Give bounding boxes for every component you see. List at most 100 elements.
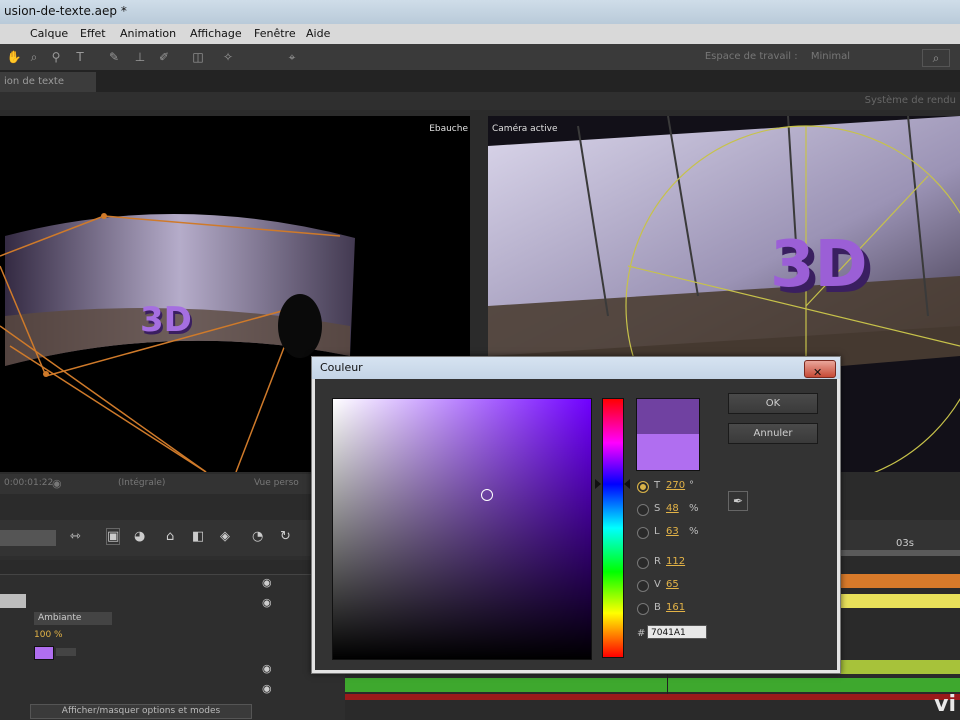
color-cursor[interactable]	[481, 489, 493, 501]
workspace-value: Minimal	[810, 51, 850, 62]
layer-header-row	[0, 560, 345, 575]
menu-animation[interactable]: Animation	[120, 27, 176, 40]
roto-tool-icon[interactable]: ✧	[220, 49, 236, 65]
hue-slider[interactable]	[602, 398, 624, 658]
track-bar-lime[interactable]	[840, 660, 960, 674]
lightness-row[interactable]: L 63 %	[637, 525, 717, 541]
color-picker-dialog: Couleur ✕ OK Annuler ✒ T 270 ° S 48 % L …	[311, 356, 841, 674]
menu-calque[interactable]: Calque	[30, 27, 68, 40]
cancel-button[interactable]: Annuler	[728, 423, 818, 444]
stamp-tool-icon[interactable]: ⊥	[132, 49, 148, 65]
eyedropper-icon[interactable]: ✒	[728, 491, 748, 511]
dialog-titlebar[interactable]: Couleur ✕	[312, 357, 840, 379]
search-help-icon[interactable]: ⌕	[922, 49, 950, 67]
zoom-tool-icon[interactable]: ⌕	[26, 49, 42, 65]
window-titlebar: usion-de-texte.aep *	[0, 0, 960, 24]
menu-affichage[interactable]: Affichage	[190, 27, 242, 40]
eye-visibility-icon-2[interactable]: ◉	[262, 596, 272, 609]
saturation-row[interactable]: S 48 %	[637, 502, 717, 518]
menu-aide[interactable]: Aide	[306, 27, 330, 40]
hue-arrow-right-icon[interactable]	[624, 479, 630, 489]
left-3d-text: 3D	[140, 300, 192, 340]
light-type-select[interactable]: Ambiante	[34, 612, 112, 625]
comp-mini-flow-icon[interactable]: ⇿	[70, 529, 81, 544]
hide-shy-icon[interactable]: ◕	[134, 529, 145, 544]
brush-tool-icon[interactable]: ✐	[156, 49, 172, 65]
pin-tool-icon[interactable]: ⚲	[48, 49, 64, 65]
red-row[interactable]: R 112	[637, 555, 717, 571]
light-color-swatch[interactable]	[34, 646, 54, 660]
saturation-value[interactable]: 48	[666, 503, 679, 514]
green-row[interactable]: V 65	[637, 578, 717, 594]
lightness-radio[interactable]	[637, 527, 649, 539]
composition-tabs: ion de texte	[0, 70, 960, 92]
hex-input[interactable]: 7041A1	[647, 625, 707, 639]
green-value[interactable]: 65	[666, 579, 679, 590]
draft-3d-icon[interactable]: ▣	[106, 528, 121, 545]
close-button[interactable]: ✕	[804, 360, 836, 379]
blue-row[interactable]: B 161	[637, 601, 717, 617]
tools-panel: ✋ ⌕ ⚲ T ✎ ⊥ ✐ ◫ ✧ ⌖ Espace de travail : …	[0, 44, 960, 71]
track-bar-yellow[interactable]	[840, 594, 960, 608]
timeline-search-field[interactable]	[0, 530, 56, 546]
view-select[interactable]: Vue perso	[254, 478, 299, 488]
red-value[interactable]: 112	[666, 556, 685, 567]
layer-label-color[interactable]	[0, 594, 26, 608]
toggle-switches-modes-button[interactable]: Afficher/masquer options et modes	[30, 704, 252, 719]
dialog-title: Couleur	[320, 361, 363, 374]
timeline-layers-panel: Ambiante 100 % ◉ ◉ ◉ ◉ Afficher/masquer …	[0, 556, 345, 720]
green-radio[interactable]	[637, 580, 649, 592]
menu-fenetre[interactable]: Fenêtre	[254, 27, 296, 40]
intensity-value[interactable]: 100 %	[34, 630, 63, 640]
saturation-lightness-field[interactable]	[332, 398, 592, 660]
workspace-selector[interactable]: Espace de travail : Minimal	[705, 51, 850, 62]
auto-keyframe-icon[interactable]: ↻	[280, 529, 291, 544]
red-radio[interactable]	[637, 557, 649, 569]
hue-value[interactable]: 270	[666, 480, 685, 491]
lightness-value[interactable]: 63	[666, 526, 679, 537]
render-system-label: Système de rendu	[864, 95, 956, 106]
puppet-tool-icon[interactable]: ⌖	[284, 49, 300, 65]
hue-arrow-left-icon[interactable]	[595, 479, 601, 489]
green-label: V	[654, 579, 661, 590]
saturation-unit: %	[689, 503, 699, 514]
dialog-body: OK Annuler ✒ T 270 ° S 48 % L 63 % R 112	[315, 379, 837, 670]
hue-row[interactable]: T 270 °	[637, 479, 717, 495]
tab-composition[interactable]: ion de texte	[0, 72, 96, 92]
red-label: R	[654, 556, 661, 567]
eye-visibility-icon-4[interactable]: ◉	[262, 682, 272, 695]
brainstorm-icon[interactable]: ◈	[220, 529, 230, 544]
light-color-eyedropper[interactable]	[56, 648, 76, 656]
blue-value[interactable]: 161	[666, 602, 685, 613]
hand-tool-icon[interactable]: ✋	[6, 49, 22, 65]
eraser-tool-icon[interactable]: ◫	[190, 49, 206, 65]
work-area-bar[interactable]	[345, 694, 960, 700]
resolution-select[interactable]: (Intégrale)	[118, 478, 165, 488]
text-tool-icon[interactable]: T	[72, 49, 88, 65]
blue-radio[interactable]	[637, 603, 649, 615]
current-time[interactable]: 0:00:01:22	[4, 478, 53, 488]
viewer-subbar: Système de rendu	[0, 92, 960, 110]
menu-effet[interactable]: Effet	[80, 27, 106, 40]
saturation-radio[interactable]	[637, 504, 649, 516]
graph-editor-icon[interactable]: ◔	[252, 529, 263, 544]
pen-tool-icon[interactable]: ✎	[106, 49, 122, 65]
right-viewer-label: Caméra active	[492, 124, 558, 134]
motion-blur-icon[interactable]: ◧	[192, 529, 204, 544]
time-ruler-marker: 03s	[896, 538, 914, 549]
ok-button[interactable]: OK	[728, 393, 818, 414]
left-viewer-label: Ebauche	[429, 124, 468, 134]
eye-visibility-icon[interactable]: ◉	[262, 576, 272, 589]
snapshot-icon[interactable]: ◉	[52, 477, 62, 490]
window-title: usion-de-texte.aep *	[4, 4, 127, 18]
track-bar-green[interactable]	[345, 678, 960, 692]
track-bar-orange[interactable]	[840, 574, 960, 588]
eye-visibility-icon-3[interactable]: ◉	[262, 662, 272, 675]
blue-label: B	[654, 602, 661, 613]
original-color-swatch[interactable]	[636, 434, 700, 471]
lightness-unit: %	[689, 526, 699, 537]
workspace-label: Espace de travail :	[704, 51, 798, 62]
hue-radio[interactable]	[637, 481, 649, 493]
frame-blend-icon[interactable]: ⌂	[166, 529, 174, 544]
hex-label: #	[637, 628, 646, 639]
